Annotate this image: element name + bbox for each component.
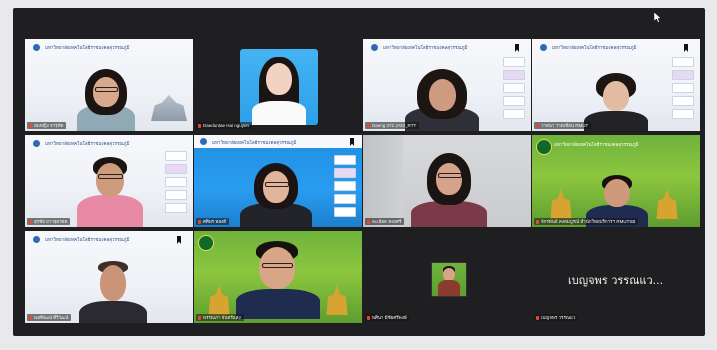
participant-name-label: Daeduntae Hai nguyen — [196, 122, 253, 129]
participant-tile-11[interactable]: พศินา มีชัยศรีพงษ์ — [363, 231, 531, 323]
participant-tile-12[interactable]: เบญจพร วรรณแว... เบญจพร วรรณแว — [532, 231, 700, 323]
banner-text: มหาวิทยาลัยเทคโนโลยีราชมงคลสุวรรณภูมิ — [212, 140, 297, 145]
university-banner: มหาวิทยาลัยเทคโนโลยีราชมงคลสุวรรณภูมิ — [29, 234, 189, 245]
participant-name-label: วาสนา วาดเขียน RMUT — [534, 122, 592, 129]
mourning-ribbon-icon — [350, 138, 354, 146]
banner-text: มหาวิทยาลัยเทคโนโลยีราชมงคลสุวรรณภูมิ — [45, 237, 130, 242]
participant-tile-10[interactable]: พรรณภา จันทร์แสง — [194, 231, 362, 323]
temple-icon — [326, 285, 348, 315]
participant-name-label: พศินา มีชัยศรีพงษ์ — [365, 314, 410, 321]
participant-name-label: พรรณภา จันทร์แสง — [196, 314, 244, 321]
side-icons-panel — [165, 151, 187, 213]
university-logo-icon — [33, 140, 40, 147]
banner-text: มหาวิทยาลัยเทคโนโลยีราชมงคลสุวรรณภูมิ — [45, 141, 130, 146]
participant-name-label: พงศ์พัฒน์ ศิริวัฒน์ — [27, 314, 72, 321]
participant-tile-4[interactable]: มหาวิทยาลัยเทคโนโลยีราชมงคลสุวรรณภูมิ วา… — [532, 39, 700, 131]
university-logo-icon — [371, 44, 378, 51]
muted-mic-icon — [198, 316, 201, 320]
participant-avatar — [431, 262, 467, 297]
side-icons-panel — [503, 57, 525, 119]
muted-mic-icon — [29, 124, 32, 128]
muted-mic-icon — [198, 124, 201, 128]
mourning-ribbon-icon — [177, 236, 181, 244]
muted-mic-icon — [367, 124, 370, 128]
participant-tile-3[interactable]: มหาวิทยาลัยเทคโนโลยีราชมงคลสุวรรณภูมิ Da… — [363, 39, 531, 131]
side-icons-panel — [334, 155, 356, 217]
participant-name-label: เบญจพร วรรณแว — [534, 314, 579, 321]
university-banner: มหาวิทยาลัยเทคโนโลยีราชมงคลสุวรรณภูมิ — [194, 135, 362, 148]
university-logo-icon — [33, 44, 40, 51]
mourning-ribbon-icon — [684, 44, 688, 52]
university-banner: มหาวิทยาลัยเทคโนโลยีราชมงคลสุวรรณภูมิ — [536, 42, 696, 53]
muted-mic-icon — [536, 220, 539, 224]
participant-tile-6[interactable]: มหาวิทยาลัยเทคโนโลยีราชมงคลสุวรรณภูมิ ศศ… — [194, 135, 362, 227]
meeting-video-grid: มหาวิทยาลัยเทคโนโลยีราชมงคลสุวรรณภูมิ สม… — [13, 8, 705, 336]
participant-tile-5[interactable]: มหาวิทยาลัยเทคโนโลยีราชมงคลสุวรรณภูมิ สุ… — [25, 135, 193, 227]
university-seal-icon — [198, 235, 214, 251]
mourning-ribbon-icon — [515, 44, 519, 52]
university-banner: มหาวิทยาลัยเทคโนโลยีราชมงคลสุวรรณภูมิ — [367, 42, 527, 53]
participant-name-label: จักรพันธ์ คงสมบูรณ์ สำนักวิทยบริการฯ RMU… — [534, 218, 639, 225]
participant-name-label: สุรชัย ยาวจุดรอด — [27, 218, 71, 225]
mouse-cursor-icon — [654, 12, 662, 23]
participant-name-label: ละเอียด ทองศรี — [365, 218, 405, 225]
participant-name-label: ศศิพร ทองดี — [196, 218, 230, 225]
participant-name-label: สมหญิง จารุทัต — [27, 122, 67, 129]
university-logo-icon — [540, 44, 547, 51]
participant-tile-2[interactable]: Daeduntae Hai nguyen — [194, 39, 362, 131]
participant-tile-7[interactable]: ละเอียด ทองศรี — [363, 135, 531, 227]
green-banner-text: มหาวิทยาลัยเทคโนโลยีราชมงคลสุวรรณภูมิ — [554, 142, 639, 147]
muted-mic-icon — [29, 220, 32, 224]
university-banner: มหาวิทยาลัยเทคโนโลยีราชมงคลสุวรรณภูมิ — [29, 42, 189, 53]
temple-icon — [208, 285, 230, 315]
temple-icon — [656, 189, 678, 219]
muted-mic-icon — [536, 316, 539, 320]
university-logo-icon — [33, 236, 40, 243]
university-seal-icon — [536, 139, 552, 155]
participant-name-label: Daeng 372 JANI_RTT — [365, 122, 420, 129]
building-image — [151, 95, 187, 121]
muted-mic-icon — [536, 124, 539, 128]
banner-text: มหาวิทยาลัยเทคโนโลยีราชมงคลสุวรรณภูมิ — [383, 45, 468, 50]
muted-mic-icon — [29, 316, 32, 320]
side-icons-panel — [672, 57, 694, 119]
participant-tile-9[interactable]: มหาวิทยาลัยเทคโนโลยีราชมงคลสุวรรณภูมิ พง… — [25, 231, 193, 323]
profile-photo — [240, 49, 318, 125]
participant-display-name: เบญจพร วรรณแว... — [568, 274, 664, 287]
temple-icon — [550, 189, 572, 219]
participant-tile-8[interactable]: มหาวิทยาลัยเทคโนโลยีราชมงคลสุวรรณภูมิ จั… — [532, 135, 700, 227]
university-banner: มหาวิทยาลัยเทคโนโลยีราชมงคลสุวรรณภูมิ — [29, 138, 189, 149]
muted-mic-icon — [367, 316, 370, 320]
muted-mic-icon — [198, 220, 201, 224]
banner-text: มหาวิทยาลัยเทคโนโลยีราชมงคลสุวรรณภูมิ — [45, 45, 130, 50]
muted-mic-icon — [367, 220, 370, 224]
participant-tile-1[interactable]: มหาวิทยาลัยเทคโนโลยีราชมงคลสุวรรณภูมิ สม… — [25, 39, 193, 131]
banner-text: มหาวิทยาลัยเทคโนโลยีราชมงคลสุวรรณภูมิ — [552, 45, 637, 50]
university-logo-icon — [200, 138, 207, 145]
